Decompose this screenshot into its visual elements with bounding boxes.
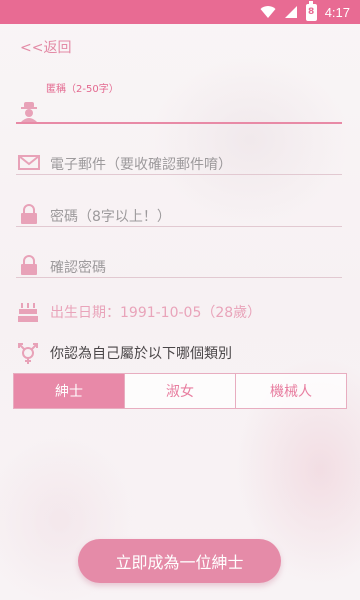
nickname-label: 匿稱（2-50字） — [46, 84, 119, 95]
password-placeholder: 密碼（8字以上！） — [50, 209, 171, 225]
password-field[interactable]: 密碼（8字以上！） — [16, 197, 342, 227]
birthdate-text: 出生日期：1991-10-05（28歲） — [50, 305, 262, 321]
birthdate-row[interactable]: 出生日期：1991-10-05（28歲） — [16, 300, 261, 324]
gender-option-lady[interactable]: 淑女 — [124, 374, 235, 408]
confirm-password-underline — [16, 277, 342, 278]
lock-icon — [21, 204, 37, 224]
email-field[interactable]: 電子郵件（要收確認郵件唷） — [16, 145, 342, 175]
confirm-password-field[interactable]: 確認密碼 — [16, 248, 342, 278]
mail-icon — [18, 155, 40, 170]
signal-icon — [284, 6, 297, 18]
nickname-field[interactable] — [16, 94, 342, 124]
gender-option-robot[interactable]: 機械人 — [235, 374, 346, 408]
wifi-icon — [260, 6, 276, 19]
gender-question-row: 你認為自己屬於以下哪個類別 — [16, 341, 232, 365]
user-icon — [21, 102, 37, 122]
gender-option-gentleman[interactable]: 紳士 — [14, 374, 124, 408]
battery-icon: 8 — [305, 0, 317, 21]
email-underline — [16, 174, 342, 175]
password-underline — [16, 226, 342, 227]
gender-selector: 紳士 淑女 機械人 — [13, 373, 347, 409]
nickname-underline — [16, 122, 342, 124]
status-bar: 8 4:17 — [0, 0, 360, 24]
confirm-password-placeholder: 確認密碼 — [50, 260, 106, 276]
submit-button[interactable]: 立即成為一位紳士 — [78, 539, 281, 583]
back-link[interactable]: <<返回 — [20, 37, 71, 57]
lock-icon — [21, 255, 37, 275]
gender-icon — [18, 343, 38, 364]
status-icons: 8 4:17 — [260, 0, 350, 21]
status-time: 4:17 — [324, 4, 350, 20]
gender-question-text: 你認為自己屬於以下哪個類別 — [50, 346, 232, 362]
battery-label: 8 — [308, 7, 315, 17]
birthday-cake-icon — [18, 303, 38, 322]
email-placeholder: 電子郵件（要收確認郵件唷） — [50, 157, 232, 173]
